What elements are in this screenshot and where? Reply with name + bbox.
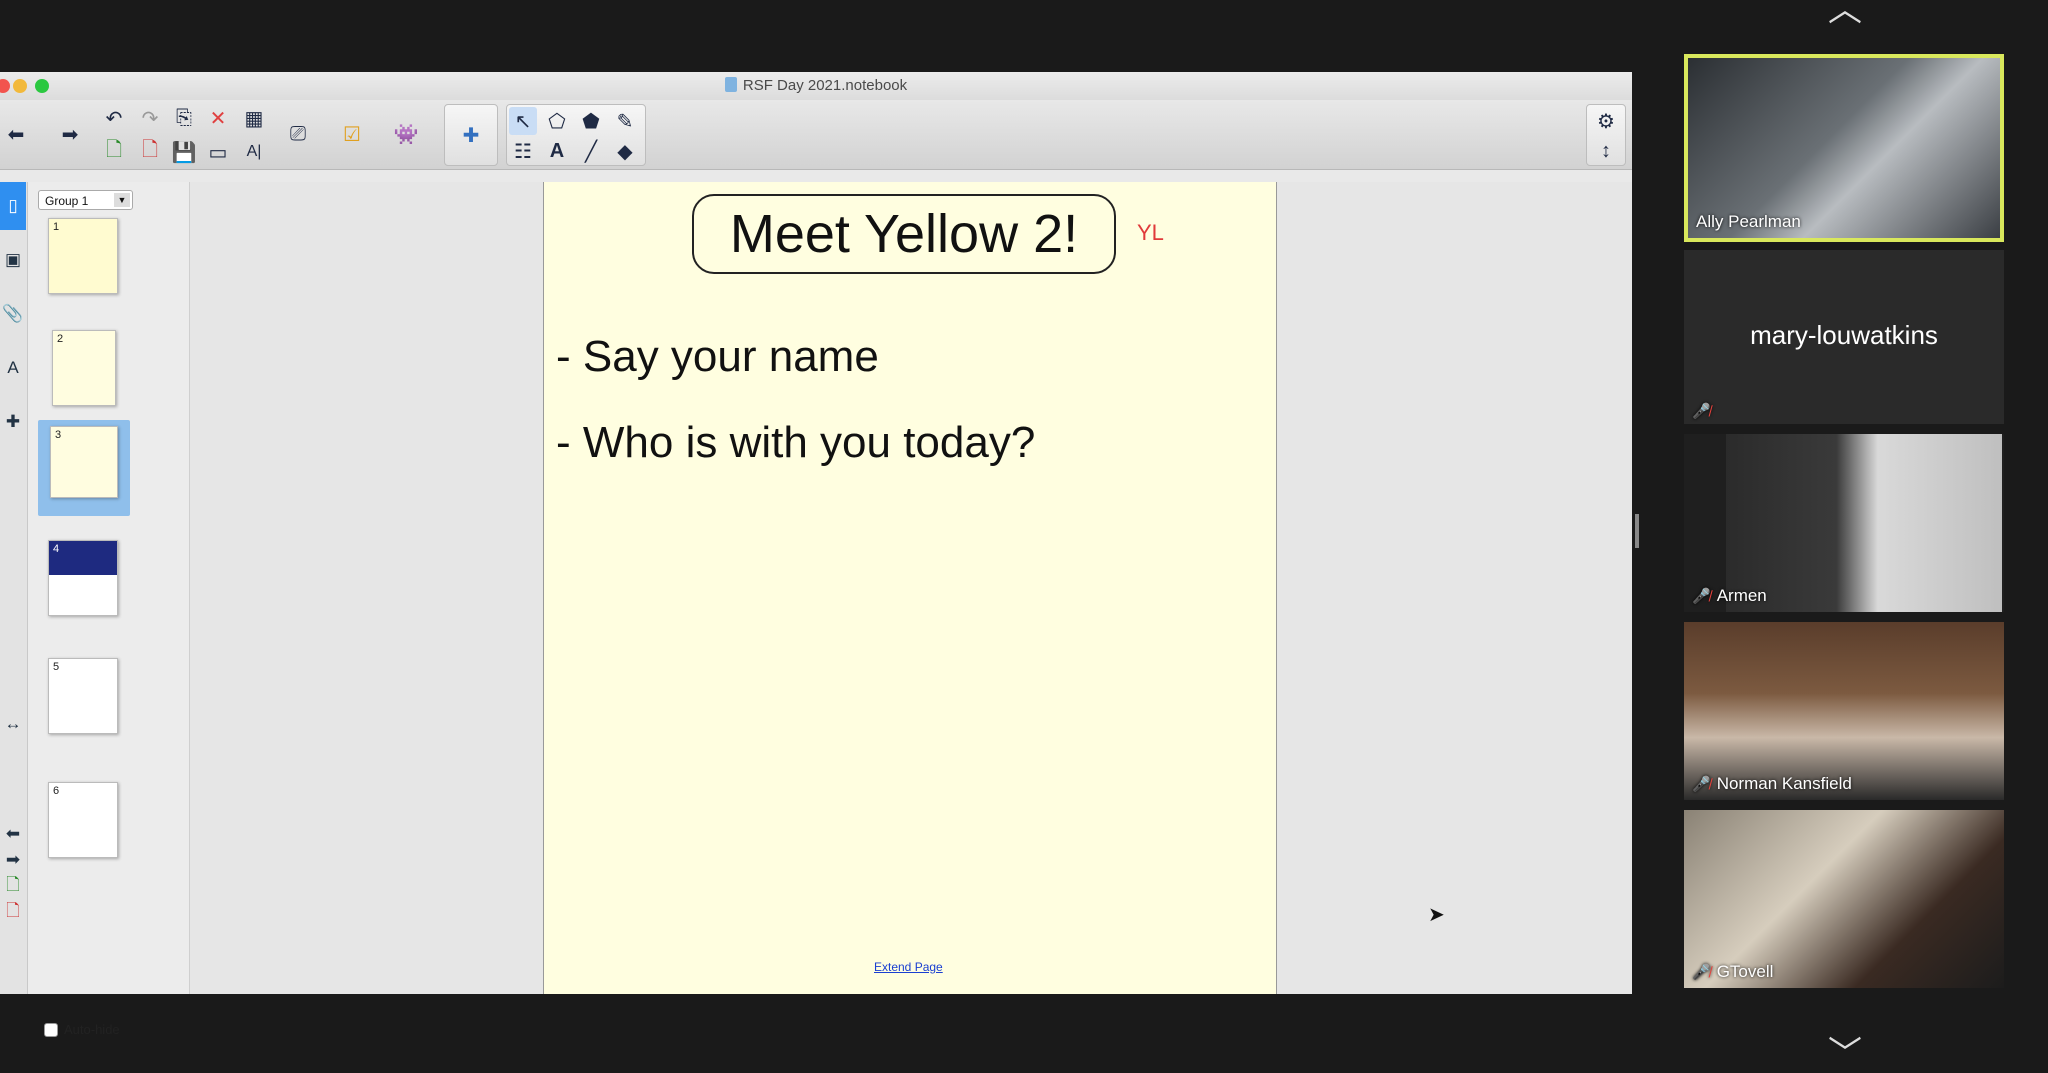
prev-page-icon[interactable]: ⬅ [0,822,26,846]
autohide-label: Auto-hide [64,1022,120,1037]
scroll-up-arrow[interactable]: ︿ [1820,0,1870,27]
group-label: Group 1 [45,194,89,208]
delete-page-icon[interactable]: 🗋 [136,138,164,166]
page-number: 5 [53,661,60,673]
participant-name-text: Norman Kansfield [1716,774,1852,793]
add-page-icon[interactable]: 🗋 [0,874,26,898]
splitter-handle[interactable] [1635,514,1639,548]
mouse-cursor-icon: ➤ [1428,904,1445,926]
puzzle-icon[interactable]: ✚ [457,121,485,149]
properties-tab-icon[interactable]: A [0,344,26,392]
line-icon[interactable]: ╱ [577,137,605,165]
text-tools-icon[interactable]: A| [240,138,268,166]
participant-video [1688,58,2000,238]
save-icon[interactable]: 💾 [170,138,198,166]
group-dropdown[interactable]: Group 1 ▼ [38,190,133,210]
fill-icon[interactable]: ⬟ [577,107,605,135]
next-page-icon[interactable]: ➡ [0,848,26,872]
move-toolbar-icon[interactable]: ↕ [1592,137,1620,165]
page-number: 1 [53,221,60,233]
window-title-text: RSF Day 2021.notebook [742,77,908,94]
participant-tile[interactable]: Ally Pearlman [1684,54,2004,242]
page-sorter: Group 1 ▼ 1 2 3 4 5 6 Auto-hide [28,182,190,1037]
new-page-icon[interactable]: 🗋 [100,138,128,166]
eraser-icon[interactable]: ◆ [611,137,639,165]
page-number: 4 [53,543,60,555]
extend-page-link[interactable]: Extend Page [874,960,943,974]
bullet-2[interactable]: - Who is with you today? [556,418,1035,468]
remove-page-icon[interactable]: 🗋 [0,900,26,924]
page-number: 2 [57,333,64,345]
redo-icon[interactable]: ↷ [136,104,164,132]
scroll-down-arrow[interactable]: ﹀ [1820,1037,1870,1071]
shared-screen: RSF Day 2021.notebook ⬅ ➡ ↶ ↷ ⎘ ✕ ▦ 🗋 🗋 … [0,72,1632,1037]
activity-builder-icon[interactable]: ☑ [338,120,366,148]
mic-muted-icon: 🎤̸ [1692,403,1711,420]
page-thumbnail[interactable]: 4 [48,540,118,616]
mic-muted-icon: 🎤̸ [1692,964,1711,981]
screen-capture-icon[interactable]: ⎚ [284,120,312,148]
participant-name: 🎤̸ Norman Kansfield [1692,774,1852,794]
window-titlebar: RSF Day 2021.notebook [0,72,1632,100]
back-arrow-icon[interactable]: ⬅ [2,120,30,148]
addons-icon[interactable]: 👾 [392,120,420,148]
text-icon[interactable]: A [543,137,571,165]
participant-name: 🎤̸ GTovell [1692,962,1773,982]
settings-group: ⚙ ↕ [1586,104,1626,166]
addons-tab-icon[interactable]: ✚ [0,398,26,446]
page-title-text: Meet Yellow 2! [729,204,1079,264]
settings-gear-icon[interactable]: ⚙ [1592,107,1620,135]
participant-mute-status: 🎤̸ [1692,402,1711,420]
participant-name: 🎤̸ Armen [1692,586,1767,606]
page-number: 6 [53,785,60,797]
canvas-area[interactable]: Meet Yellow 2! YL - Say your name - Who … [190,182,1632,994]
tools-group: ↖ ⬠ ⬟ ✎ ☷ A ╱ ◆ [506,104,646,166]
notebook-page[interactable]: Meet Yellow 2! YL - Say your name - Who … [543,182,1277,994]
autohide-checkbox[interactable]: Auto-hide [44,1022,120,1037]
window-title: RSF Day 2021.notebook [0,77,1632,94]
attachments-tab-icon[interactable]: 📎 [0,290,26,338]
select-icon[interactable]: ↖ [509,107,537,135]
properties-icon[interactable]: ☷ [509,137,537,165]
participant-tile[interactable]: 🎤̸ Norman Kansfield [1684,622,2004,800]
participant-name-text: Ally Pearlman [1696,212,1801,231]
mic-muted-icon: 🎤̸ [1692,588,1711,605]
participant-name-text: GTovell [1716,962,1774,981]
participant-name-large: mary-louwatkins [1750,320,1938,350]
mic-muted-icon: 🎤̸ [1692,776,1711,793]
gallery-tab-icon[interactable]: ▣ [0,236,26,284]
page-thumbnail[interactable]: 2 [52,330,116,406]
page-title[interactable]: Meet Yellow 2! [692,194,1116,274]
participant-tile[interactable]: 🎤̸ Armen [1684,434,2004,612]
participant-tile[interactable]: mary-louwatkins 🎤̸ [1684,250,2004,424]
page-tag[interactable]: YL [1137,220,1164,246]
pen-icon[interactable]: ✎ [611,107,639,135]
chevron-down-icon: ▼ [114,193,130,207]
document-icon [724,77,737,92]
page-thumbnail[interactable]: 6 [48,782,118,858]
forward-arrow-icon[interactable]: ➡ [56,120,84,148]
participant-name-text: Armen [1716,586,1767,605]
screen-shade-icon[interactable]: ▭ [204,138,232,166]
shapes-icon[interactable]: ⬠ [543,107,571,135]
participant-tile[interactable]: 🎤̸ GTovell [1684,810,2004,988]
sidebar-tabs: ▯ ▣ 📎 A ✚ ↔ ⬅ ➡ 🗋 🗋 [0,182,28,994]
addons-group: ✚ [444,104,498,166]
page-thumbnail[interactable]: 1 [48,218,118,294]
checkbox[interactable] [44,1022,58,1037]
paste-icon[interactable]: ⎘ [170,104,198,132]
participant-video [1726,434,2002,612]
thumbnail-image [49,541,117,575]
bullet-1[interactable]: - Say your name [556,332,879,382]
delete-icon[interactable]: ✕ [204,104,232,132]
page-thumbnail-selected[interactable]: 3 [50,426,118,498]
page-number: 3 [55,429,62,441]
table-icon[interactable]: ▦ [240,104,268,132]
toolbar: ⬅ ➡ ↶ ↷ ⎘ ✕ ▦ 🗋 🗋 💾 ▭ A| ⎚ ☑ 👾 ✚ ↖ ⬠ ⬟ ✎… [0,100,1632,170]
page-sorter-tab-icon[interactable]: ▯ [0,182,26,230]
page-thumbnail[interactable]: 5 [48,658,118,734]
participant-name: Ally Pearlman [1696,212,1801,232]
undo-icon[interactable]: ↶ [100,104,128,132]
swap-side-icon[interactable]: ↔ [0,700,26,748]
